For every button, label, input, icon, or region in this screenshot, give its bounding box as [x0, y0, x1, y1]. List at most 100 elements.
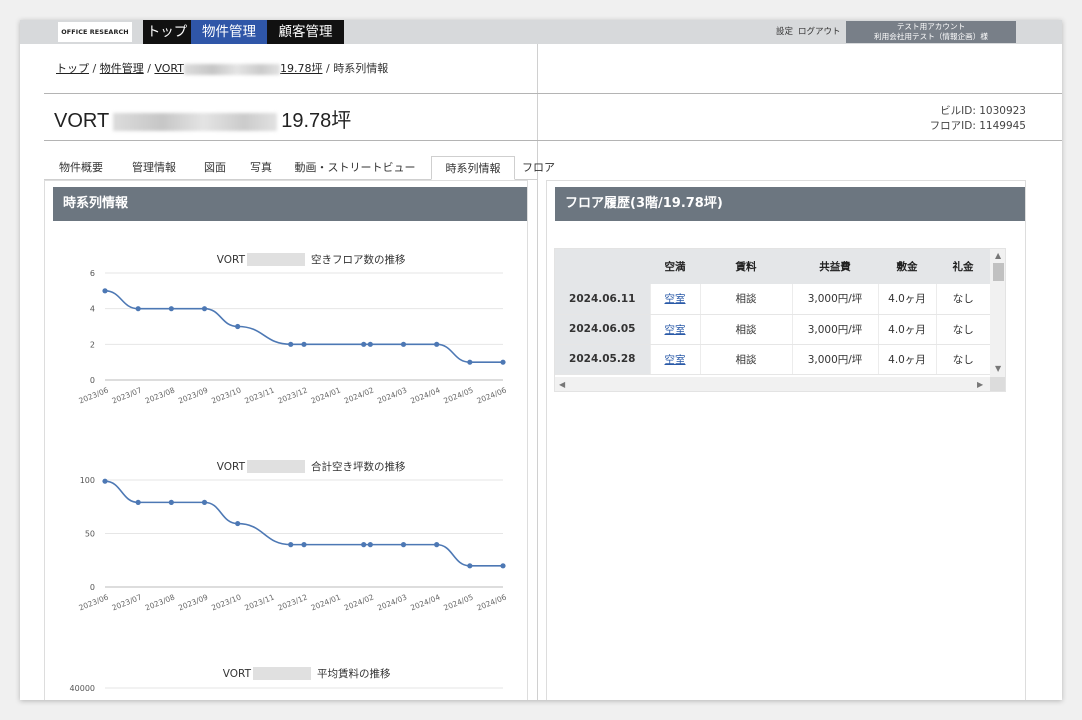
data-point[interactable] — [467, 359, 473, 365]
table-horizontal-scrollbar[interactable]: ◀ ▶ — [555, 377, 990, 391]
table-row: 2024.06.11 空室 相談 3,000円/坪 4.0ヶ月 なし — [555, 284, 990, 315]
tab-overview[interactable]: 物件概要 — [53, 156, 109, 180]
chart-title-suffix: 空きフロア数の推移 — [311, 253, 406, 266]
tab-drawings[interactable]: 図面 — [198, 156, 232, 180]
scrollbar-thumb[interactable] — [993, 263, 1004, 281]
cell-key-money: なし — [935, 344, 990, 375]
cell-vacancy-link[interactable]: 空室 — [649, 344, 700, 375]
data-point[interactable] — [102, 478, 108, 484]
table-vertical-scrollbar[interactable]: ▲ ▼ — [990, 249, 1005, 377]
x-tick-label: 2023/11 — [243, 385, 275, 405]
data-point[interactable] — [301, 341, 307, 347]
x-tick-label: 2024/03 — [376, 592, 408, 612]
floor-history-table-container[interactable]: 空満 賃料 共益費 敷金 礼金 2024.06.11 空室 相談 3,000円/… — [554, 248, 1006, 392]
data-point[interactable] — [367, 542, 373, 548]
x-tick-label: 2023/08 — [144, 592, 176, 612]
scroll-right-arrow-icon[interactable]: ▶ — [977, 381, 983, 389]
nav-top-button[interactable]: トップ — [143, 20, 191, 44]
table-row: 2024.06.05 空室 相談 3,000円/坪 4.0ヶ月 なし — [555, 314, 990, 345]
x-tick-label: 2024/02 — [343, 592, 375, 612]
data-point[interactable] — [361, 542, 367, 548]
breadcrumb-building-suffix: 19.78坪 — [280, 62, 323, 75]
data-point[interactable] — [201, 306, 208, 312]
data-point[interactable] — [102, 288, 108, 294]
breadcrumb-separator: / — [92, 62, 97, 75]
data-point[interactable] — [301, 542, 307, 548]
account-name: テスト用アカウント — [896, 22, 966, 31]
cell-vacancy-link[interactable]: 空室 — [649, 284, 700, 315]
vacant-floors-chart: VORT 空きフロア数の推移02462023/06 2023/07 2023/08 20… — [77, 253, 508, 406]
x-tick-label: 2024/04 — [409, 385, 441, 405]
x-tick-label: 2023/07 — [111, 385, 143, 405]
data-point[interactable] — [288, 542, 294, 548]
app-window: OFFICE RESEARCH トップ 物件管理 顧客管理 設定 ログアウト テ… — [20, 20, 1062, 700]
divider — [44, 140, 1062, 141]
chart-title-suffix: 平均賃料の推移 — [317, 667, 391, 680]
data-point[interactable] — [467, 563, 473, 569]
data-point[interactable] — [168, 306, 174, 312]
data-point[interactable] — [400, 341, 407, 347]
settings-link[interactable]: 設定 — [776, 20, 793, 44]
cell-deposit: 4.0ヶ月 — [877, 314, 936, 345]
cell-deposit: 4.0ヶ月 — [877, 344, 936, 375]
cell-common-fee: 3,000円/坪 — [791, 344, 878, 375]
data-point[interactable] — [168, 499, 174, 505]
scroll-down-arrow-icon[interactable]: ▼ — [995, 365, 1001, 373]
column-divider — [537, 44, 538, 700]
data-point[interactable] — [288, 341, 294, 347]
nav-customer-management-button[interactable]: 顧客管理 — [267, 20, 344, 44]
redacted-name — [184, 63, 280, 75]
chart-title-suffix: 合計空き坪数の推移 — [311, 460, 406, 473]
scrollbar-corner — [990, 377, 1005, 391]
data-point[interactable] — [235, 323, 241, 330]
breadcrumb-building-link[interactable]: VORT 19.78坪 — [154, 62, 322, 75]
data-point[interactable] — [201, 499, 208, 505]
x-tick-label: 2023/11 — [243, 592, 275, 612]
office-research-logo[interactable]: OFFICE RESEARCH — [58, 22, 132, 42]
timeseries-panel: 時系列情報 VORT 空きフロア数の推移 0 2 4 6 2023/06 2023/07 202… — [44, 180, 528, 700]
scroll-left-arrow-icon[interactable]: ◀ — [559, 381, 565, 389]
chart-title-prefix: VORT — [223, 668, 252, 680]
chart-title-prefix: VORT — [217, 254, 246, 266]
data-point[interactable] — [361, 341, 367, 347]
x-tick-label: 2023/06 — [77, 385, 109, 405]
floor-history-table: 空満 賃料 共益費 敷金 礼金 2024.06.11 空室 相談 3,000円/… — [555, 249, 990, 375]
data-point[interactable] — [434, 542, 440, 548]
x-tick-label: 2024/01 — [310, 592, 342, 612]
tab-management[interactable]: 管理情報 — [123, 156, 185, 180]
avg-rent-chart: VORT 平均賃料の推移 40000 — [70, 667, 503, 693]
tab-floor[interactable]: フロア — [522, 156, 556, 180]
redacted-name — [247, 253, 305, 266]
cell-date: 2024.06.05 — [555, 314, 650, 345]
breadcrumb-separator: / — [326, 62, 330, 75]
cell-vacancy-link[interactable]: 空室 — [649, 314, 700, 345]
account-menu[interactable]: テスト用アカウント 利用会社用テスト（情報企画）様 — [846, 21, 1016, 43]
scroll-up-arrow-icon[interactable]: ▲ — [995, 252, 1001, 260]
tab-video-streetview[interactable]: 動画・ストリートビュー — [291, 156, 419, 180]
breadcrumb-separator: / — [147, 62, 151, 75]
top-navbar: OFFICE RESEARCH トップ 物件管理 顧客管理 設定 ログアウト テ… — [20, 20, 1062, 44]
data-point[interactable] — [235, 520, 241, 527]
data-point[interactable] — [367, 341, 373, 347]
breadcrumb-property-mgmt-link[interactable]: 物件管理 — [100, 62, 144, 75]
x-tick-label: 2024/06 — [475, 592, 507, 612]
col-header-key-money: 礼金 — [936, 249, 990, 284]
data-point[interactable] — [500, 563, 506, 569]
data-point[interactable] — [434, 341, 440, 347]
data-point[interactable] — [400, 542, 407, 548]
y-tick-label: 6 — [90, 269, 95, 278]
breadcrumb-current: 時系列情報 — [333, 62, 389, 75]
tab-photos[interactable]: 写真 — [244, 156, 278, 180]
x-tick-label: 2023/10 — [210, 385, 242, 405]
data-point[interactable] — [135, 306, 141, 312]
col-header-vacancy: 空満 — [650, 249, 700, 284]
cell-date: 2024.05.28 — [555, 344, 650, 375]
data-point[interactable] — [135, 499, 141, 505]
chart-title-prefix: VORT — [217, 461, 246, 473]
tab-timeseries[interactable]: 時系列情報 — [431, 156, 515, 180]
x-tick-label: 2024/06 — [475, 385, 507, 405]
nav-property-management-button[interactable]: 物件管理 — [191, 20, 267, 44]
data-point[interactable] — [500, 359, 506, 365]
logout-link[interactable]: ログアウト — [798, 20, 841, 44]
breadcrumb-top-link[interactable]: トップ — [56, 62, 89, 75]
